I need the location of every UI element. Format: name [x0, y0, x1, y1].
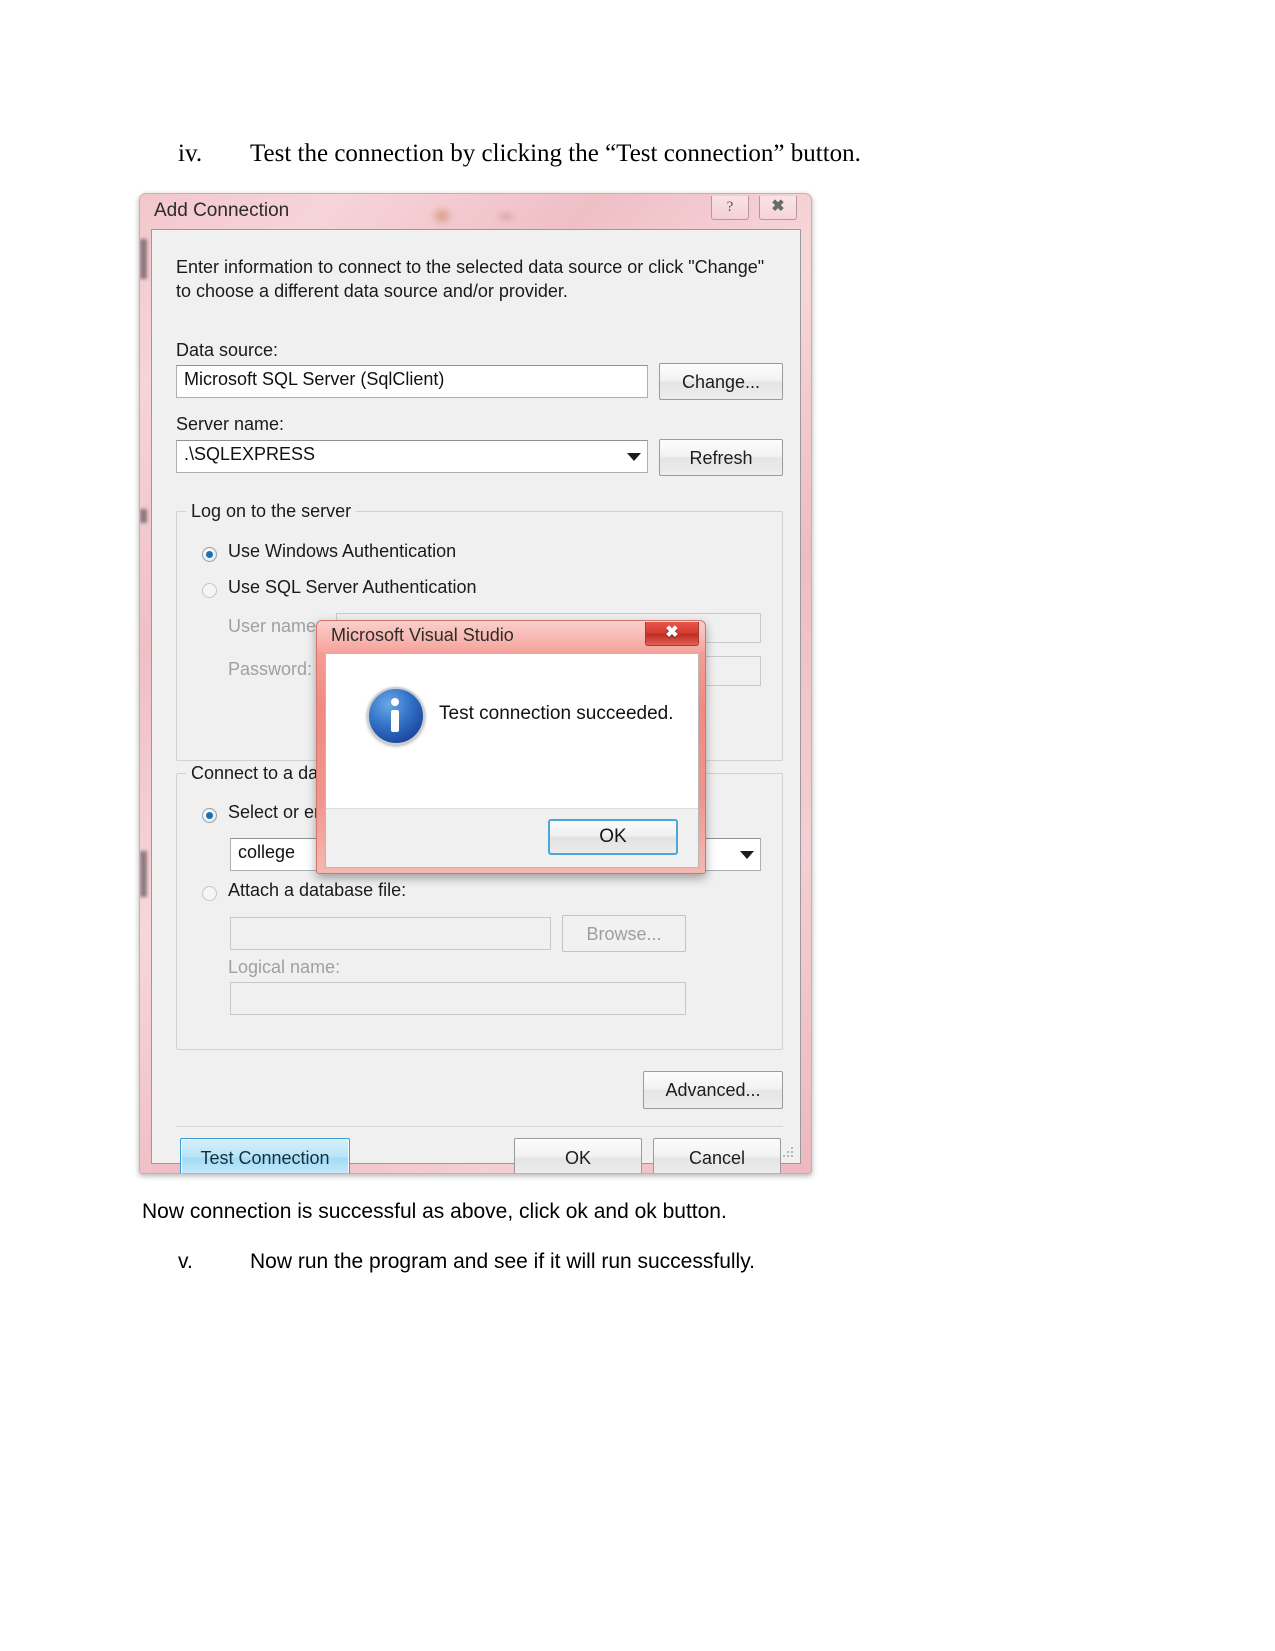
messagebox-button-bar: OK — [326, 808, 698, 867]
information-icon-dot — [391, 698, 399, 706]
step-iv-paragraph: iv. Test the connection by clicking the “… — [178, 140, 861, 168]
user-name-label: User name: — [228, 616, 322, 636]
step-v-text: Now run the program and see if it will r… — [250, 1250, 755, 1273]
server-name-label: Server name: — [176, 414, 285, 434]
caption-paragraph: Now connection is successful as above, c… — [142, 1200, 727, 1223]
step-v-paragraph: v. Now run the program and see if it will… — [178, 1250, 755, 1274]
radio-attach-database-file[interactable] — [202, 886, 217, 901]
windows-authentication-label[interactable]: Use Windows Authentication — [228, 541, 456, 562]
logon-groupbox-title: Log on to the server — [186, 501, 357, 522]
divider — [176, 1126, 783, 1127]
glass-smudge — [495, 210, 517, 223]
step-iv-text: Test the connection by clicking the “Tes… — [250, 140, 861, 167]
messagebox-message: Test connection succeeded. — [439, 703, 674, 724]
messagebox-title: Microsoft Visual Studio — [331, 625, 514, 645]
messagebox-client-area: Test connection succeeded. OK — [325, 653, 699, 868]
glass-smudge — [430, 206, 454, 226]
radio-select-database[interactable] — [202, 808, 217, 823]
logical-name-label: Logical name: — [228, 957, 341, 977]
refresh-button[interactable]: Refresh — [659, 439, 783, 476]
messagebox-close-button[interactable]: ✖ — [645, 622, 699, 646]
database-file-field[interactable] — [230, 917, 551, 950]
information-icon — [367, 687, 425, 745]
data-source-field[interactable]: Microsoft SQL Server (SqlClient) — [176, 365, 648, 398]
messagebox-ok-button[interactable]: OK — [548, 819, 678, 855]
logical-name-field[interactable] — [230, 982, 686, 1015]
frame-artifact — [140, 239, 147, 279]
sql-server-authentication-label[interactable]: Use SQL Server Authentication — [228, 577, 476, 598]
cancel-button[interactable]: Cancel — [653, 1138, 781, 1173]
question-mark-icon: ? — [726, 199, 734, 215]
data-source-label: Data source: — [176, 340, 279, 360]
test-connection-button[interactable]: Test Connection — [180, 1138, 350, 1173]
dialog-titlebar[interactable]: Add Connection ? ✖ — [140, 194, 811, 229]
radio-windows-authentication[interactable] — [202, 547, 217, 562]
step-v-number: v. — [178, 1250, 193, 1273]
messagebox-titlebar[interactable]: Microsoft Visual Studio ✖ — [317, 621, 705, 653]
resize-grip[interactable] — [783, 1147, 795, 1159]
ok-button[interactable]: OK — [514, 1138, 642, 1173]
change-button[interactable]: Change... — [659, 363, 783, 400]
frame-artifact — [140, 509, 147, 523]
browse-button[interactable]: Browse... — [562, 915, 686, 952]
advanced-button[interactable]: Advanced... — [643, 1071, 783, 1109]
step-iv-number: iv. — [178, 140, 203, 167]
password-label: Password: — [228, 659, 313, 679]
server-name-combobox[interactable]: .\SQLEXPRESS — [176, 440, 648, 473]
chevron-down-icon[interactable] — [627, 453, 641, 461]
chevron-down-icon[interactable] — [740, 851, 754, 859]
information-icon-stem — [391, 710, 399, 732]
radio-sql-server-authentication[interactable] — [202, 583, 217, 598]
instruction-text: Enter information to connect to the sele… — [176, 257, 765, 301]
dialog-title: Add Connection — [154, 200, 290, 221]
attach-database-file-label[interactable]: Attach a database file: — [228, 880, 406, 901]
close-button[interactable]: ✖ — [759, 196, 797, 220]
visual-studio-messagebox: Microsoft Visual Studio ✖ Test connectio… — [316, 620, 706, 874]
help-button[interactable]: ? — [711, 196, 749, 220]
close-icon: ✖ — [771, 198, 785, 215]
frame-artifact — [140, 851, 147, 897]
close-icon: ✖ — [665, 624, 679, 641]
